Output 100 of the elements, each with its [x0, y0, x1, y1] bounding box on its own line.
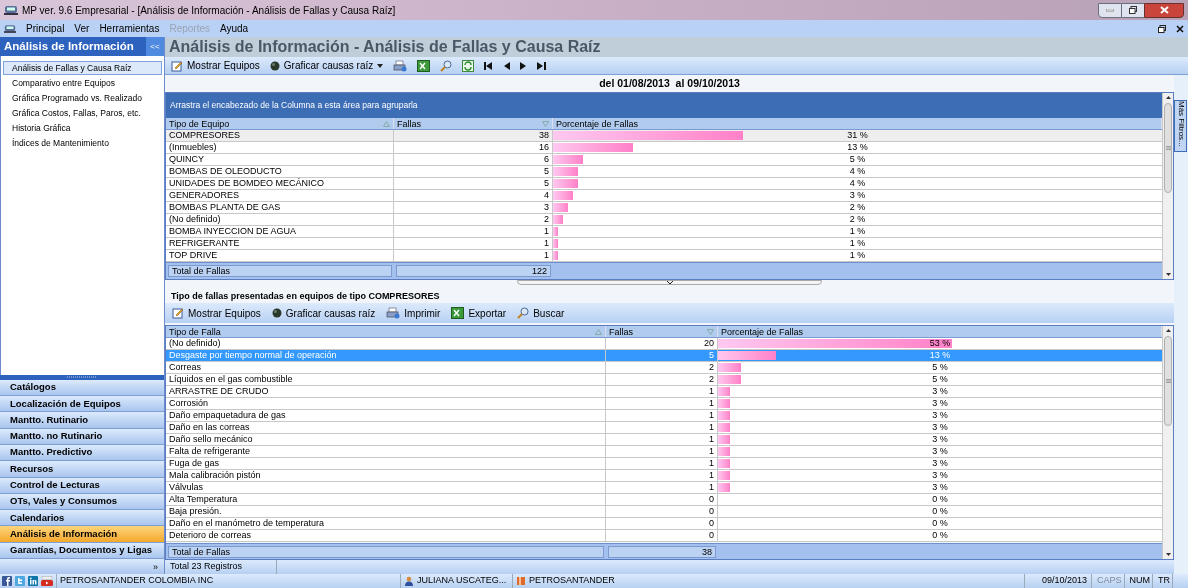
- date-range: del 01/08/2013 al 09/10/2013: [599, 75, 740, 91]
- plot-button[interactable]: Graficar causas raíz: [267, 305, 380, 321]
- refresh-icon: [462, 59, 475, 72]
- spreadsheet-icon: [451, 307, 465, 319]
- module-button[interactable]: Localización de Equipos: [0, 396, 164, 413]
- table-row[interactable]: ARRASTRE DE CRUDO 1 3 %: [166, 386, 1162, 398]
- previous-icon: [503, 61, 511, 70]
- table-row[interactable]: Correas 2 5 %: [166, 362, 1162, 374]
- record-count: Total 23 Registros: [167, 560, 277, 574]
- table-row[interactable]: BOMBAS PLANTA DE GAS 3 2 %: [166, 202, 1162, 214]
- table-row[interactable]: QUINCY 6 5 %: [166, 154, 1162, 166]
- bar-fill: [718, 423, 730, 432]
- filter-icon: [707, 328, 714, 335]
- table-row[interactable]: COMPRESORES 38 31 %: [166, 130, 1162, 142]
- print-button[interactable]: Imprimir: [382, 305, 445, 321]
- key-indicator: TR: [1156, 574, 1173, 588]
- restore-icon: [1158, 24, 1166, 33]
- column-header[interactable]: Tipo de Falla: [166, 326, 606, 337]
- table-row[interactable]: Líquidos en el gas combustible 2 5 %: [166, 374, 1162, 386]
- table-row[interactable]: Deterioro de correas 0 0 %: [166, 530, 1162, 542]
- key-indicator: NUM: [1127, 574, 1153, 588]
- module-button[interactable]: Mantto. Rutinario: [0, 412, 164, 429]
- database-icon: [516, 576, 526, 586]
- table-cell: (Inmuebles): [166, 142, 394, 153]
- module-button[interactable]: Calendarios: [0, 510, 164, 527]
- table-row[interactable]: Alta Temperatura 0 0 %: [166, 494, 1162, 506]
- bar-fill: [718, 351, 777, 360]
- table-row[interactable]: (No definido) 20 53 %: [166, 338, 1162, 350]
- table-row[interactable]: UNIDADES DE BOMDEO MECÁNICO 5 4 %: [166, 178, 1162, 190]
- database-name: PETROSANTANDER: [529, 574, 615, 588]
- sidebar-item[interactable]: Gráfica Programado vs. Realizado: [3, 91, 162, 105]
- percentage-text: 13 %: [929, 350, 951, 361]
- table-row[interactable]: Daño empaquetadura de gas 1 3 %: [166, 410, 1162, 422]
- linkedin-icon: [28, 576, 38, 586]
- show-equipment-button[interactable]: Mostrar Equipos: [168, 305, 265, 321]
- table-cell: Corrosión: [166, 398, 606, 409]
- minimize-button[interactable]: [1098, 2, 1122, 18]
- sidebar-item[interactable]: Índices de Mantenimiento: [3, 136, 162, 150]
- first-icon: [484, 61, 494, 70]
- table-cell: Daño en las correas: [166, 422, 606, 433]
- percentage-text: 3 %: [932, 446, 948, 457]
- table-cell: Válvulas: [166, 482, 606, 493]
- sidebar-item[interactable]: Gráfica Costos, Fallas, Paros, etc.: [3, 106, 162, 120]
- menu-item[interactable]: Ayuda: [220, 21, 249, 36]
- percentage-text: 3 %: [932, 398, 948, 409]
- sphere-icon: [271, 308, 282, 318]
- close-button[interactable]: [1144, 2, 1184, 18]
- bar-fill: [553, 155, 583, 164]
- table-cell: Daño sello mecánico: [166, 434, 606, 445]
- column-header[interactable]: Tipo de Equipo: [166, 118, 394, 129]
- table-cell: UNIDADES DE BOMDEO MECÁNICO: [166, 178, 394, 189]
- table-row[interactable]: Corrosión 1 3 %: [166, 398, 1162, 410]
- table-row[interactable]: Baja presión. 0 0 %: [166, 506, 1162, 518]
- table-row[interactable]: BOMBAS DE OLEODUCTO 5 4 %: [166, 166, 1162, 178]
- table-cell: Daño empaquetadura de gas: [166, 410, 606, 421]
- table-row[interactable]: Fuga de gas 1 3 %: [166, 458, 1162, 470]
- splitter-handle[interactable]: [517, 280, 822, 285]
- table-row[interactable]: (No definido) 2 2 %: [166, 214, 1162, 226]
- table-row[interactable]: Falta de refrigerante 1 3 %: [166, 446, 1162, 458]
- sort-icon: [595, 328, 602, 335]
- table-row[interactable]: GENERADORES 4 3 %: [166, 190, 1162, 202]
- search-button[interactable]: Buscar: [513, 305, 569, 321]
- table-row[interactable]: Daño sello mecánico 1 3 %: [166, 434, 1162, 446]
- table-row[interactable]: Mala calibración pistón 1 3 %: [166, 470, 1162, 482]
- table-row[interactable]: REFRIGERANTE 1 1 %: [166, 238, 1162, 250]
- sidebar-title: Análisis de Información: [3, 38, 135, 54]
- table-row[interactable]: TOP DRIVE 1 1 %: [166, 250, 1162, 262]
- export-button[interactable]: Exportar: [447, 305, 511, 321]
- sidebar-item[interactable]: Análisis de Fallas y Causa Raíz: [3, 61, 162, 75]
- column-header[interactable]: Fallas: [394, 118, 553, 129]
- menu-item[interactable]: Principal: [26, 21, 65, 36]
- menu-item[interactable]: Herramientas: [99, 21, 160, 36]
- more-filters-tab[interactable]: Más Filtros...: [1174, 100, 1187, 152]
- next-icon: [520, 61, 528, 70]
- table-row[interactable]: (Inmuebles) 16 13 %: [166, 142, 1162, 154]
- facebook-icon: [2, 576, 12, 586]
- menu-item[interactable]: Ver: [74, 21, 90, 36]
- key-indicator: CAPS: [1095, 574, 1125, 588]
- chevron-down-icon: [666, 281, 673, 285]
- module-button[interactable]: Recursos: [0, 461, 164, 478]
- bar-fill: [718, 387, 730, 396]
- percentage-text: 1 %: [849, 238, 866, 249]
- more-button[interactable]: »: [0, 559, 164, 574]
- plot-button[interactable]: Graficar causas raíz: [265, 57, 388, 74]
- table-row[interactable]: Daño en el manómetro de temperatura 0 0 %: [166, 518, 1162, 530]
- column-header[interactable]: Fallas: [606, 326, 718, 337]
- sidebar-item[interactable]: Comparativo entre Equipos: [3, 76, 162, 90]
- app-icon: [4, 4, 18, 16]
- table-row[interactable]: Daño en las correas 1 3 %: [166, 422, 1162, 434]
- scrollbar[interactable]: [1162, 93, 1173, 279]
- table-row[interactable]: BOMBA INYECCION DE AGUA 1 1 %: [166, 226, 1162, 238]
- percentage-text: 4 %: [849, 178, 866, 189]
- table-cell: (No definido): [166, 338, 606, 349]
- table-cell: Líquidos en el gas combustible: [166, 374, 606, 385]
- sidebar-item[interactable]: Historia Gráfica: [3, 121, 162, 135]
- show-equipment-button[interactable]: Mostrar Equipos: [167, 57, 264, 74]
- module-button[interactable]: Análisis de Información: [0, 526, 164, 543]
- table-row[interactable]: Válvulas 1 3 %: [166, 482, 1162, 494]
- maximize-button[interactable]: [1122, 2, 1144, 18]
- scrollbar[interactable]: [1162, 326, 1173, 559]
